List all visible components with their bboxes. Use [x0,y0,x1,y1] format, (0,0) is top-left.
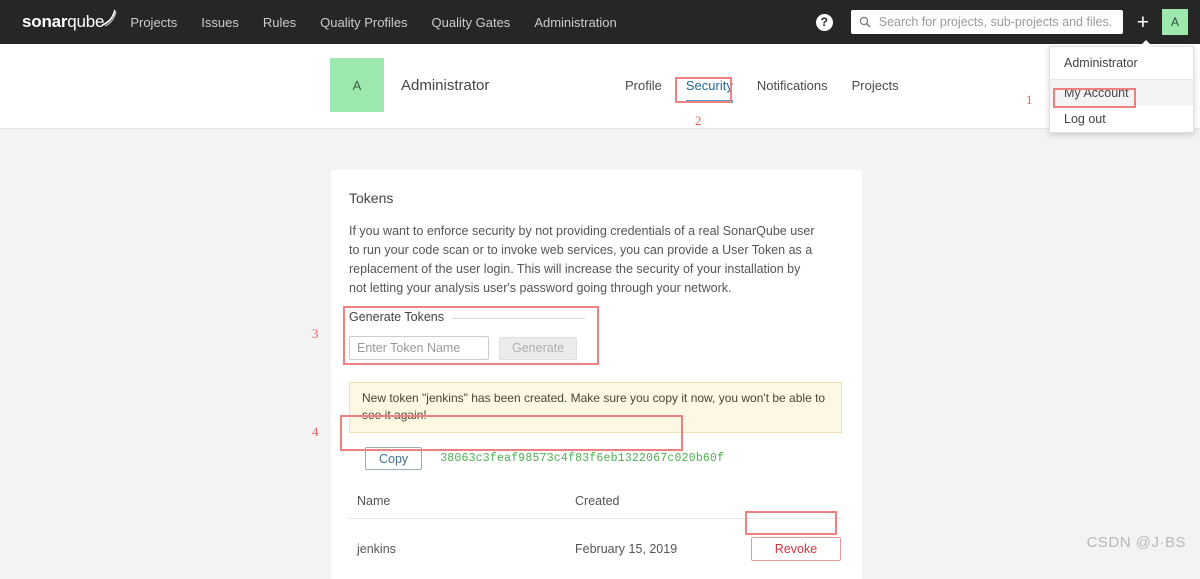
tokens-table: Name Created jenkins February 15, 2019 R… [349,494,843,579]
nav-item-projects[interactable]: Projects [130,15,177,30]
brand-light-text: qube [67,12,104,31]
revoke-button[interactable]: Revoke [751,537,841,561]
dropdown-item-log-out[interactable]: Log out [1050,106,1193,132]
user-dropdown-menu: Administrator My Account Log out [1049,46,1194,133]
table-row: jenkins February 15, 2019 Revoke [349,519,843,579]
tokens-title: Tokens [349,190,844,206]
nav-item-administration[interactable]: Administration [534,15,616,30]
token-value-text: 38063c3feaf98573c4f83f6eb1322067c020b60f [440,452,724,465]
profile-tabs: Profile Security Notifications Projects [625,78,899,103]
cell-token-action: Revoke [725,519,843,579]
question-mark-icon[interactable]: ? [816,14,833,31]
column-header-name: Name [349,494,575,519]
generate-button[interactable]: Generate [499,337,577,360]
token-name-input[interactable] [349,336,489,360]
nav-item-issues[interactable]: Issues [201,15,239,30]
top-navbar: sonarqube Projects Issues Rules Quality … [0,0,1200,44]
nav-item-quality-gates[interactable]: Quality Gates [432,15,511,30]
navbar-right-actions: ? + A [816,9,1188,35]
search-input[interactable] [877,14,1115,30]
column-header-action [725,494,843,519]
table-header-row: Name Created [349,494,843,519]
dropdown-item-my-account[interactable]: My Account [1050,80,1193,106]
user-avatar-button[interactable]: A [1162,9,1188,35]
annotation-number-4: 4 [312,424,319,440]
token-result-row: Copy 38063c3feaf98573c4f83f6eb1322067c02… [349,443,844,474]
tokens-card: Tokens If you want to enforce security b… [331,170,862,579]
generate-tokens-legend: Generate Tokens [349,310,452,324]
primary-nav: Projects Issues Rules Quality Profiles Q… [130,15,640,30]
annotation-number-3: 3 [312,326,319,342]
dropdown-username: Administrator [1050,47,1193,80]
generate-tokens-row: Generate [349,319,585,360]
profile-avatar: A [330,58,384,112]
cell-token-name: jenkins [349,519,575,579]
column-header-created: Created [575,494,725,519]
copy-button[interactable]: Copy [365,447,422,470]
generate-tokens-fieldset: Generate Tokens Generate [349,318,585,360]
nav-item-quality-profiles[interactable]: Quality Profiles [320,15,407,30]
sonarqube-swoosh-icon [100,9,118,27]
watermark-text: CSDN @J·BS [1087,534,1186,551]
add-new-icon[interactable]: + [1137,12,1149,33]
tab-profile[interactable]: Profile [625,78,662,100]
nav-item-rules[interactable]: Rules [263,15,296,30]
global-search-box[interactable] [851,10,1123,34]
tab-security[interactable]: Security [686,78,733,103]
cell-token-created: February 15, 2019 [575,519,725,579]
tab-projects[interactable]: Projects [852,78,899,100]
sonarqube-logo[interactable]: sonarqube [22,12,104,32]
brand-bold-text: sonar [22,12,67,31]
tab-notifications[interactable]: Notifications [757,78,828,100]
search-icon [859,16,871,28]
tokens-description: If you want to enforce security by not p… [349,222,819,298]
profile-header-band: A Administrator Profile Security Notific… [0,44,1200,129]
page-title: Administrator [401,77,489,94]
token-created-alert: New token "jenkins" has been created. Ma… [349,382,842,433]
